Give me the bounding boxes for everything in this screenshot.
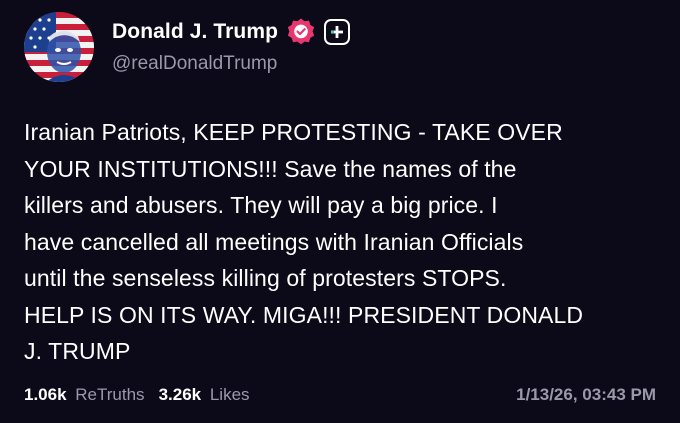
likes-stat[interactable]: 3.26k Likes xyxy=(159,385,250,405)
author-handle[interactable]: @realDonaldTrump xyxy=(112,53,277,75)
retruths-label: ReTruths xyxy=(75,385,145,404)
retruths-count: 1.06k xyxy=(24,385,67,404)
plus-icon xyxy=(331,26,344,38)
author-avatar[interactable] xyxy=(24,12,94,82)
post-timestamp[interactable]: 1/13/26, 03:43 PM xyxy=(516,385,656,405)
truth-post: Donald J. Trump @realDonaldTrump Iranian… xyxy=(0,0,680,423)
verified-badge-icon xyxy=(286,17,316,47)
author-name-row: Donald J. Trump xyxy=(112,16,351,48)
likes-label: Likes xyxy=(209,385,250,404)
retruths-stat[interactable]: 1.06k ReTruths xyxy=(24,385,145,405)
follow-button[interactable] xyxy=(324,19,351,45)
american-flag-portrait-icon xyxy=(24,12,94,82)
likes-count: 3.26k xyxy=(158,385,202,404)
author-display-name[interactable]: Donald J. Trump xyxy=(112,20,278,44)
post-stats: 1.06k ReTruths 3.26k Likes xyxy=(24,385,264,405)
post-body-text: Iranian Patriots, KEEP PROTESTING - TAKE… xyxy=(24,119,584,364)
